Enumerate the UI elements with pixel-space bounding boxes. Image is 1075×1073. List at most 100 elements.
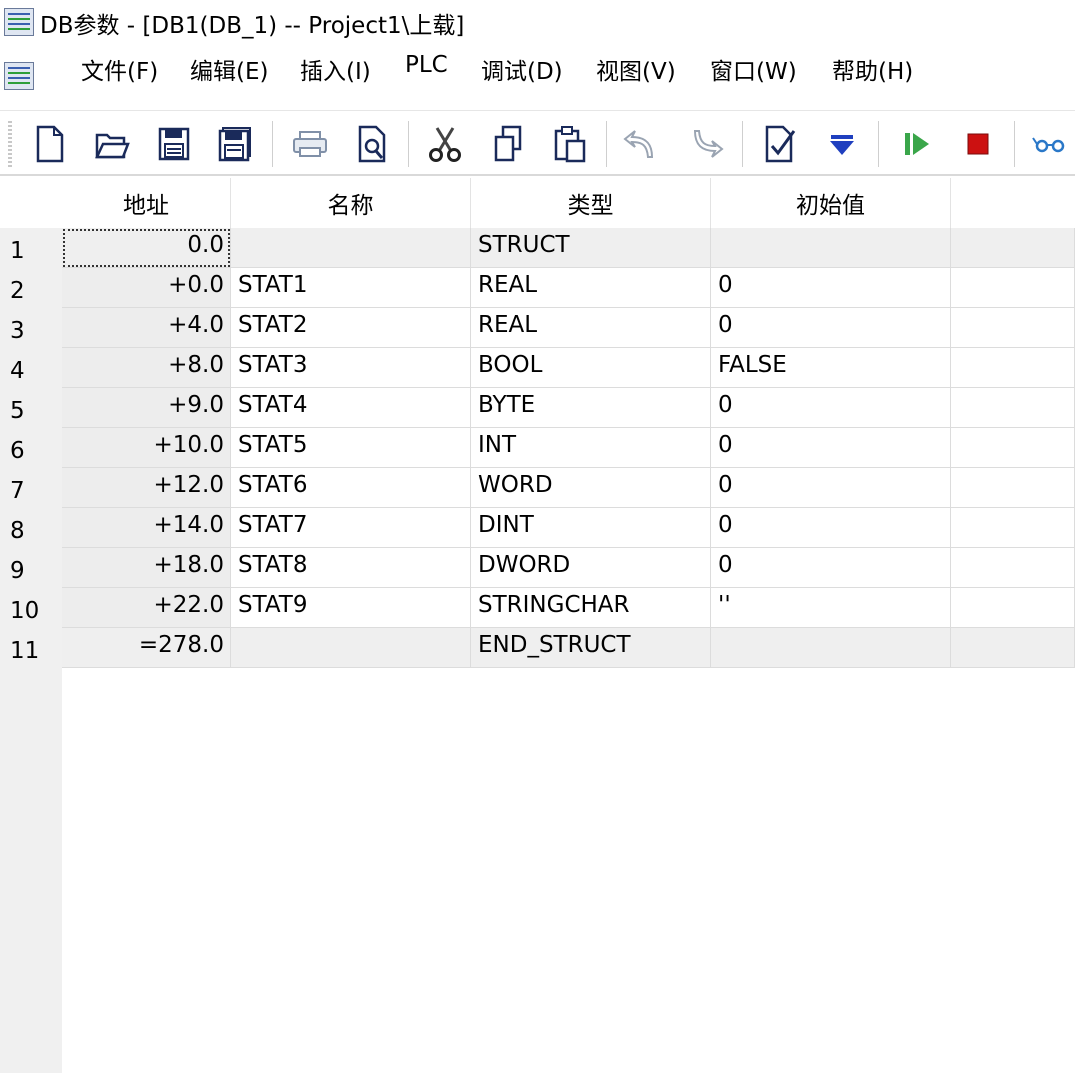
cell-initial-value[interactable] [711, 628, 951, 668]
cell-name[interactable]: STAT9 [231, 588, 471, 628]
cell-name[interactable] [231, 628, 471, 668]
cell-type[interactable]: BYTE [471, 388, 711, 428]
cell-address[interactable]: +14.0 [62, 508, 231, 548]
column-header-name[interactable]: 名称 [231, 178, 471, 228]
cell-comment[interactable] [951, 268, 1075, 308]
menu-edit[interactable]: 编辑(E) [190, 52, 268, 86]
run-icon[interactable] [896, 123, 936, 165]
cell-comment[interactable] [951, 548, 1075, 588]
stop-icon[interactable] [958, 123, 998, 165]
row-number[interactable]: 9 [0, 548, 62, 588]
row-number[interactable]: 8 [0, 508, 62, 548]
menu-debug[interactable]: 调试(D) [481, 52, 563, 86]
menu-file[interactable]: 文件(F) [81, 52, 158, 86]
row-number[interactable]: 2 [0, 268, 62, 308]
cell-address[interactable]: +4.0 [62, 308, 231, 348]
cell-type[interactable]: DWORD [471, 548, 711, 588]
cell-type[interactable]: WORD [471, 468, 711, 508]
window-title: DB参数 - [DB1(DB_1) -- Project1\上载] [40, 13, 465, 39]
open-icon[interactable] [92, 123, 132, 165]
undo-icon[interactable] [622, 123, 662, 165]
redo-icon[interactable] [685, 123, 725, 165]
row-number[interactable]: 4 [0, 348, 62, 388]
paste-icon[interactable] [550, 123, 590, 165]
cut-icon[interactable] [425, 123, 465, 165]
cell-comment[interactable] [951, 348, 1075, 388]
cell-initial-value[interactable]: '' [711, 588, 951, 628]
document-icon[interactable] [4, 62, 34, 90]
cell-type[interactable]: BOOL [471, 348, 711, 388]
cell-name[interactable]: STAT3 [231, 348, 471, 388]
save-icon[interactable] [154, 123, 194, 165]
cell-comment[interactable] [951, 508, 1075, 548]
menu-view[interactable]: 视图(V) [596, 52, 676, 86]
cell-comment[interactable] [951, 588, 1075, 628]
cell-name[interactable]: STAT4 [231, 388, 471, 428]
toolbar-grip[interactable] [8, 121, 12, 167]
cell-comment[interactable] [951, 428, 1075, 468]
cell-type[interactable]: END_STRUCT [471, 628, 711, 668]
cell-initial-value[interactable]: 0 [711, 428, 951, 468]
copy-icon[interactable] [488, 123, 528, 165]
cell-initial-value[interactable]: FALSE [711, 348, 951, 388]
cell-type[interactable]: REAL [471, 268, 711, 308]
row-number[interactable]: 11 [0, 628, 62, 668]
row-number[interactable]: 5 [0, 388, 62, 428]
cell-name[interactable]: STAT8 [231, 548, 471, 588]
cell-type[interactable]: STRUCT [471, 228, 711, 268]
cell-comment[interactable] [951, 388, 1075, 428]
menu-window[interactable]: 窗口(W) [710, 52, 797, 86]
cell-name[interactable]: STAT5 [231, 428, 471, 468]
cell-type[interactable]: DINT [471, 508, 711, 548]
cell-address[interactable]: +8.0 [62, 348, 231, 388]
print-preview-icon[interactable] [352, 123, 392, 165]
db-table: 地址 名称 类型 初始值 1 0.0 STRUCT 2 +0.0 STAT1 REAL 0 3 +… [0, 178, 1075, 1073]
cell-comment[interactable] [951, 628, 1075, 668]
cell-type[interactable]: STRINGCHAR [471, 588, 711, 628]
cell-comment[interactable] [951, 228, 1075, 268]
cell-initial-value[interactable]: 0 [711, 308, 951, 348]
cell-initial-value[interactable]: 0 [711, 468, 951, 508]
cell-address[interactable]: +10.0 [62, 428, 231, 468]
row-number[interactable]: 6 [0, 428, 62, 468]
cell-name[interactable]: STAT7 [231, 508, 471, 548]
cell-address[interactable]: +12.0 [62, 468, 231, 508]
cell-name[interactable]: STAT1 [231, 268, 471, 308]
cell-address[interactable]: +0.0 [62, 268, 231, 308]
cell-comment[interactable] [951, 468, 1075, 508]
cell-initial-value[interactable]: 0 [711, 388, 951, 428]
menu-help[interactable]: 帮助(H) [832, 52, 913, 86]
cell-address[interactable]: +18.0 [62, 548, 231, 588]
download-icon[interactable] [822, 123, 862, 165]
toolbar-separator [606, 121, 607, 167]
column-header-type[interactable]: 类型 [471, 178, 711, 228]
cell-comment[interactable] [951, 308, 1075, 348]
cell-address[interactable]: =278.0 [62, 628, 231, 668]
cell-type[interactable]: REAL [471, 308, 711, 348]
row-number[interactable]: 10 [0, 588, 62, 628]
check-icon[interactable] [760, 123, 800, 165]
cell-name[interactable]: STAT2 [231, 308, 471, 348]
row-number[interactable]: 7 [0, 468, 62, 508]
cell-name[interactable]: STAT6 [231, 468, 471, 508]
column-header-initial[interactable]: 初始值 [711, 178, 951, 228]
print-icon[interactable] [290, 123, 330, 165]
cell-initial-value[interactable] [711, 228, 951, 268]
row-number[interactable]: 3 [0, 308, 62, 348]
menu-plc[interactable]: PLC [405, 52, 448, 78]
cell-name[interactable] [231, 228, 471, 268]
row-number[interactable]: 1 [0, 228, 62, 268]
new-icon[interactable] [30, 123, 70, 165]
menu-bar: 文件(F) 编辑(E) 插入(I) PLC 调试(D) 视图(V) 窗口(W) … [0, 48, 1075, 106]
cell-initial-value[interactable]: 0 [711, 508, 951, 548]
cell-address[interactable]: +22.0 [62, 588, 231, 628]
cell-initial-value[interactable]: 0 [711, 548, 951, 588]
column-header-address[interactable]: 地址 [62, 178, 231, 228]
monitor-icon[interactable] [1030, 123, 1070, 165]
cell-address[interactable]: 0.0 [62, 228, 231, 268]
cell-initial-value[interactable]: 0 [711, 268, 951, 308]
cell-type[interactable]: INT [471, 428, 711, 468]
cell-address[interactable]: +9.0 [62, 388, 231, 428]
menu-insert[interactable]: 插入(I) [300, 52, 371, 86]
save-all-icon[interactable] [215, 123, 255, 165]
